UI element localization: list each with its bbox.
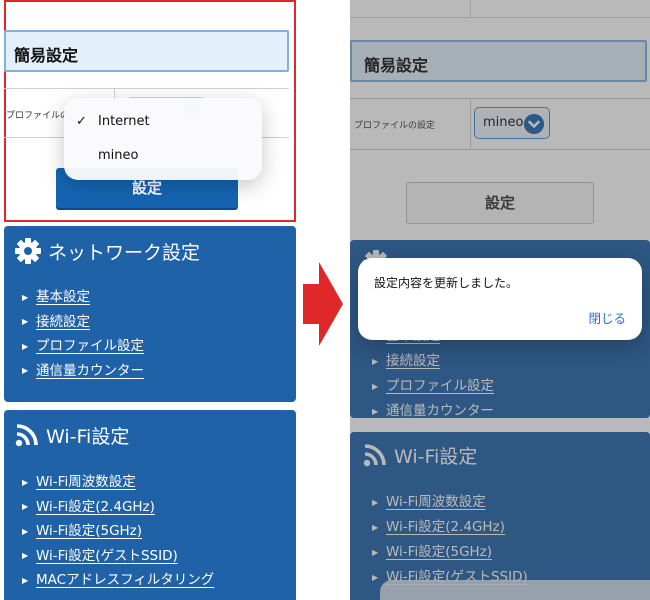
wifi-settings-card: Wi-Fi設定 ▶ Wi-Fi周波数設定 ▶ Wi-Fi設定(2.4GHz) ▶ Wi… [4,410,296,600]
link-wifi-5ghz[interactable]: Wi-Fi設定(5GHz) [36,523,142,539]
link-wifi-24ghz[interactable]: Wi-Fi設定(2.4GHz) [36,499,155,515]
bullet-icon: ▶ [22,526,29,536]
bullet-icon: ▶ [22,477,29,487]
list-item: ▶ 通信量カウンター [22,359,144,384]
profile-dropdown-menu: ✓ Internet mineo [64,98,262,180]
wifi-icon [15,424,38,447]
network-card-header: ネットワーク設定 [14,236,200,266]
bullet-icon: ▶ [22,551,29,561]
list-item: ▶ MACアドレスフィルタリング [22,568,214,593]
network-card-title: ネットワーク設定 [48,241,201,264]
link-wifi-guest[interactable]: Wi-Fi設定(ゲストSSID) [36,548,178,564]
list-item: ▶ Wi-Fi設定(2.4GHz) [22,495,214,520]
bullet-icon: ▶ [22,575,29,585]
update-alert-dialog: 設定内容を更新しました。 閉じる [358,258,642,340]
arrow-right-icon [303,262,343,346]
bullet-icon: ▶ [22,341,29,351]
list-item: ▶ Wi-Fi設定(5GHz) [22,519,214,544]
list-item: ▶ 基本設定 [22,285,144,310]
alert-message: 設定内容を更新しました。 [374,276,519,290]
wifi-card-title: Wi-Fi設定 [46,425,130,448]
network-links-list: ▶ 基本設定 ▶ 接続設定 ▶ プロファイル設定 ▶ 通信量カウンター [22,285,144,383]
bullet-icon: ▶ [22,317,29,327]
profile-label: プロファイルの [6,111,70,121]
dropdown-option-label: Internet [98,114,150,129]
check-icon: ✓ [76,114,87,129]
bullet-icon: ▶ [22,292,29,302]
list-item: ▶ 接続設定 [22,310,144,335]
dropdown-option-internet[interactable]: ✓ Internet [76,114,150,129]
wifi-links-list: ▶ Wi-Fi周波数設定 ▶ Wi-Fi設定(2.4GHz) ▶ Wi-Fi設定(5G… [22,470,214,593]
network-settings-card: ネットワーク設定 ▶ 基本設定 ▶ 接続設定 ▶ プロファイル設定 ▶ 通信量カウンター [4,226,296,402]
quick-setup-title: 簡易設定 [14,46,79,65]
bullet-icon: ▶ [22,502,29,512]
left-panel: 簡易設定 プロファイルの 設定 ✓ Internet mineo ネットワーク設… [0,0,300,600]
alert-close-button[interactable]: 閉じる [588,308,626,327]
right-panel: 簡易設定 プロファイルの設定 mineo 設定 ▶ 接続設定 ▶ プロファイル設… [350,0,650,600]
dropdown-option-mineo[interactable]: mineo [98,148,138,163]
list-item: ▶ Wi-Fi設定(ゲストSSID) [22,544,214,569]
link-data-counter[interactable]: 通信量カウンター [36,363,144,379]
wifi-card-header: Wi-Fi設定 [14,420,129,450]
gear-icon [15,238,41,264]
quick-setup-heading: 簡易設定 [4,30,289,72]
link-basic-settings[interactable]: 基本設定 [36,289,90,305]
link-connection-settings[interactable]: 接続設定 [36,314,90,330]
link-wifi-band[interactable]: Wi-Fi周波数設定 [36,474,136,490]
list-item: ▶ プロファイル設定 [22,334,144,359]
link-profile-settings[interactable]: プロファイル設定 [36,338,144,354]
bullet-icon: ▶ [22,366,29,376]
list-item: ▶ Wi-Fi周波数設定 [22,470,214,495]
dropdown-option-label: mineo [98,148,139,163]
link-mac-filter[interactable]: MACアドレスフィルタリング [36,572,214,588]
